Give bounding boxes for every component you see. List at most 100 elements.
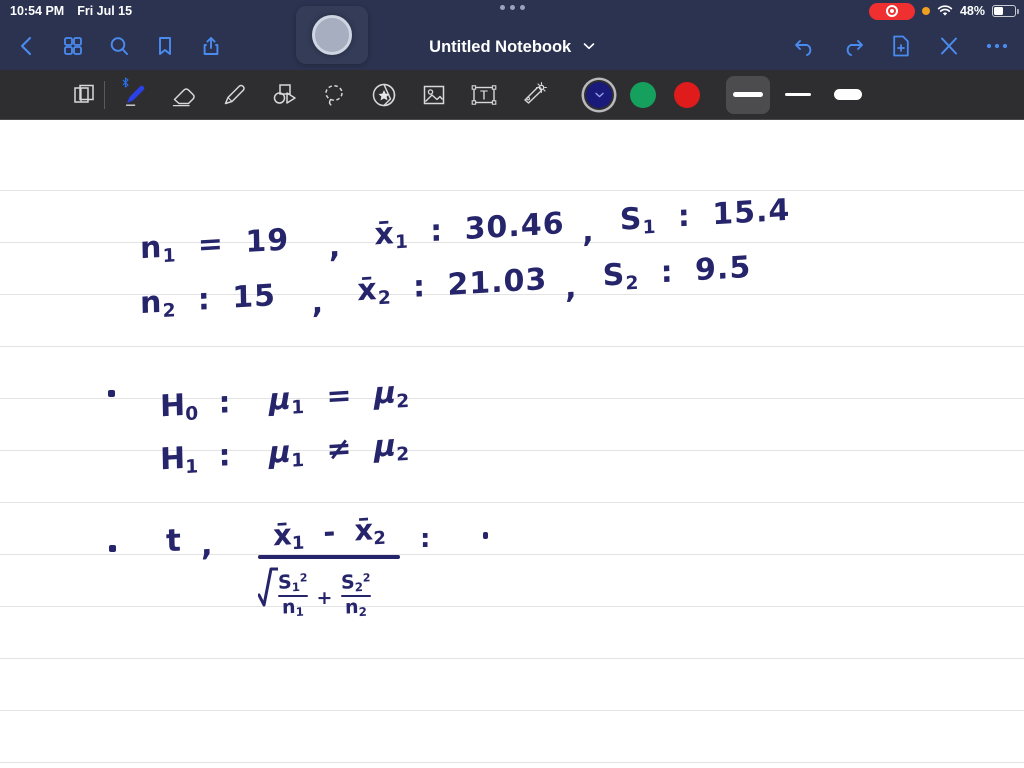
ruled-line — [0, 710, 1024, 711]
n2-equals: : — [197, 281, 212, 318]
xbar1-value: 30.46 — [464, 206, 565, 248]
handwriting-trailing-equals: : — [420, 524, 431, 554]
xbar2-subscript: 2 — [377, 287, 392, 310]
ruled-line — [0, 398, 1024, 399]
more-options-button[interactable] — [984, 33, 1010, 59]
s1-value: 15.4 — [711, 192, 791, 233]
close-button[interactable] — [936, 33, 962, 59]
multitask-dot — [499, 5, 505, 10]
h0-subscript: 0 — [185, 403, 199, 426]
color-swatch-navy[interactable] — [586, 81, 612, 108]
xbar1-subscript: 1 — [291, 532, 305, 555]
notebook-title-label[interactable]: Untitled Notebook — [429, 38, 571, 56]
h1-symbol: H — [159, 440, 186, 478]
n1-equals: = — [197, 226, 225, 263]
bullet-point — [108, 390, 115, 397]
xbar1-equals: : — [429, 213, 444, 250]
mu2-symbol: μ — [373, 428, 397, 465]
share-button[interactable] — [198, 33, 224, 59]
square-root-icon — [258, 565, 278, 621]
chevron-down-icon — [586, 82, 612, 108]
text-box-tool[interactable]: T — [462, 75, 506, 115]
denominator-terms: S12 n1 + S22 n2 — [278, 565, 371, 619]
pen-tool[interactable] — [104, 75, 156, 115]
color-swatch-green[interactable] — [630, 81, 656, 108]
handwriting-trailing-dot — [483, 532, 488, 539]
shapes-tool[interactable] — [262, 75, 306, 115]
nav-right-group — [792, 33, 1010, 59]
mu1-subscript: 1 — [290, 397, 305, 419]
notebook-app: 10:54 PM Fri Jul 15 48% Untitled Noteboo… — [0, 0, 1024, 768]
mu1-subscript: 1 — [290, 450, 305, 472]
search-button[interactable] — [106, 33, 132, 59]
svg-text:T: T — [480, 87, 488, 102]
h1-relation: ≠ — [326, 431, 352, 468]
multitask-dot — [519, 5, 525, 10]
undo-button[interactable] — [792, 33, 818, 59]
screen-record-bubble[interactable] — [296, 6, 368, 64]
lasso-tool[interactable] — [312, 75, 356, 115]
redo-button[interactable] — [840, 33, 866, 59]
t-symbol: t — [165, 522, 182, 560]
xbar2-value: 21.03 — [447, 261, 548, 303]
ruled-line — [0, 658, 1024, 659]
color-swatch-red[interactable] — [674, 81, 700, 108]
page-layers-tool[interactable] — [62, 75, 106, 115]
sticker-tool[interactable] — [362, 75, 406, 115]
ruled-line — [0, 762, 1024, 763]
stroke-width-medium[interactable] — [726, 75, 770, 114]
mu2-subscript: 2 — [396, 390, 410, 413]
s2-squared-over-n2: S22 n2 — [341, 571, 371, 619]
ruled-line — [0, 450, 1024, 451]
s1-subscript: 1 — [291, 579, 301, 595]
eraser-tool[interactable] — [162, 75, 206, 115]
xbar1-symbol: x̄ — [272, 517, 292, 553]
chevron-down-icon[interactable] — [583, 36, 595, 55]
s1-exponent: 2 — [299, 571, 308, 585]
ruled-line — [0, 554, 1024, 555]
stroke-width-group — [726, 75, 870, 114]
h0-colon: : — [218, 385, 231, 421]
s2-subscript: 2 — [625, 272, 640, 295]
plus-sign: + — [316, 587, 333, 610]
stroke-width-thick[interactable] — [826, 76, 870, 114]
xbar1-subscript: 1 — [394, 231, 410, 254]
bluetooth-icon — [122, 76, 129, 88]
color-swatches — [586, 81, 700, 108]
stroke-width-thin[interactable] — [776, 76, 820, 114]
h1-colon: : — [218, 438, 231, 474]
comma-2: , — [564, 270, 578, 306]
s1-symbol: S — [277, 571, 292, 594]
drawing-toolbar: T — [0, 70, 1024, 120]
xbar2-subscript: 2 — [372, 527, 386, 550]
navigation-bar: Untitled Notebook — [0, 22, 1024, 70]
handwriting-t-formula: x̄1 - x̄2 S12 n1 + S22 n2 — [258, 512, 400, 621]
ruled-line — [0, 606, 1024, 607]
n1-symbol: n — [281, 596, 296, 619]
nav-left-group — [0, 33, 224, 59]
magic-wand-tool[interactable] — [512, 75, 556, 115]
bookmark-button[interactable] — [152, 33, 178, 59]
n1-subscript: 1 — [295, 604, 304, 620]
handwriting-line-sample-stats-1: n1 = 19 , x̄1 : 30.46 , S1 : 15.4 — [140, 193, 791, 267]
status-bar: 10:54 PM Fri Jul 15 48% — [0, 0, 1024, 22]
t-formula-numerator: x̄1 - x̄2 — [258, 512, 400, 555]
multitask-handle[interactable] — [0, 5, 1024, 10]
new-page-button[interactable] — [888, 33, 914, 59]
highlighter-tool[interactable] — [212, 75, 256, 115]
n1-subscript: 1 — [162, 245, 177, 268]
ruled-line — [0, 502, 1024, 503]
back-button[interactable] — [14, 33, 40, 59]
n1-symbol: n — [139, 229, 163, 267]
s1-equals: : — [677, 198, 692, 235]
image-tool[interactable] — [412, 75, 456, 115]
record-knob-icon — [312, 15, 352, 55]
mu1-symbol: μ — [268, 434, 292, 471]
xbar2-symbol: x̄ — [356, 272, 378, 309]
fraction-bar — [258, 555, 400, 560]
notebook-canvas[interactable]: n1 = 19 , x̄1 : 30.46 , S1 : 15.4 n2 : 1… — [0, 120, 1024, 768]
page-grid-button[interactable] — [60, 33, 86, 59]
s1-symbol: S — [619, 201, 643, 238]
bullet-point — [109, 545, 116, 552]
stroke-width-thick-line — [834, 89, 862, 100]
